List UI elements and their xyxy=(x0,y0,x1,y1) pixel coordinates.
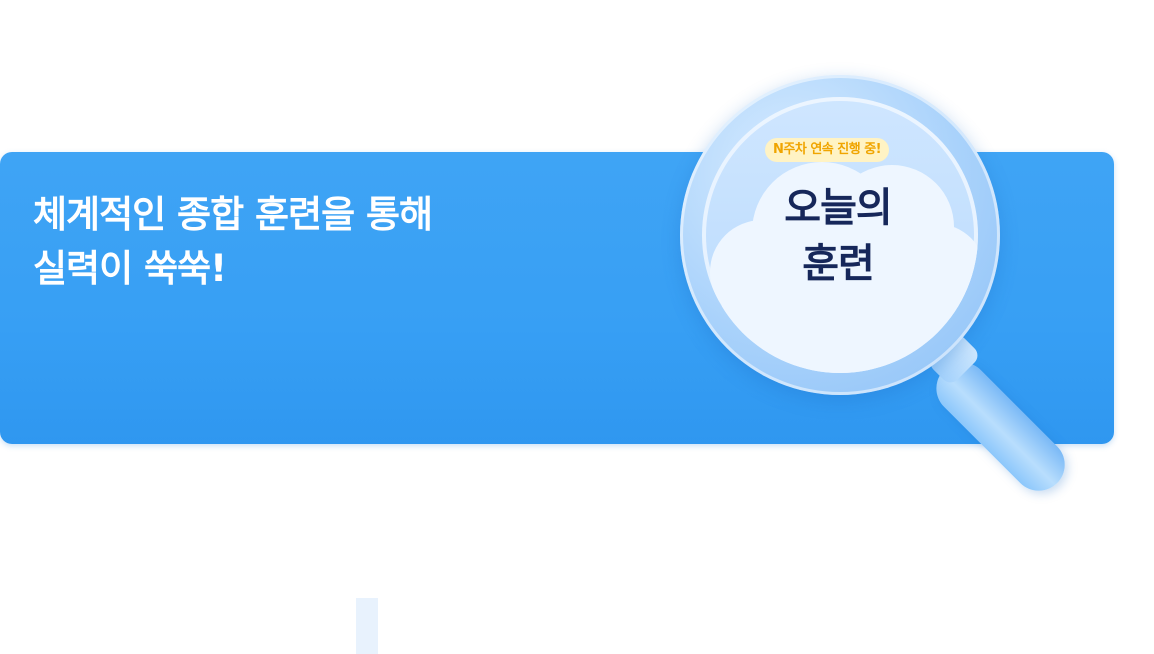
banner-headline: 체계적인 종합 훈련을 통해 실력이 쑥쑥! xyxy=(33,188,433,296)
headline-line-1: 체계적인 종합 훈련을 통해 xyxy=(33,193,433,236)
lens-title-line-1: 오늘의 xyxy=(784,185,892,231)
bottom-placeholder xyxy=(356,598,378,654)
lens-title-line-2: 훈련 xyxy=(802,241,875,287)
magnifier-illustration[interactable]: N주차 연속 진행 중! 오늘의 훈련 xyxy=(670,70,1110,502)
headline-line-2: 실력이 쑥쑥! xyxy=(33,247,227,290)
promo-stage: 체계적인 종합 훈련을 통해 실력이 쑥쑥! N주차 연속 진행 중! 오늘의 … xyxy=(0,0,1154,654)
today-training-title: 오늘의 훈련 xyxy=(670,180,1006,292)
streak-badge: N주차 연속 진행 중! xyxy=(765,138,890,162)
